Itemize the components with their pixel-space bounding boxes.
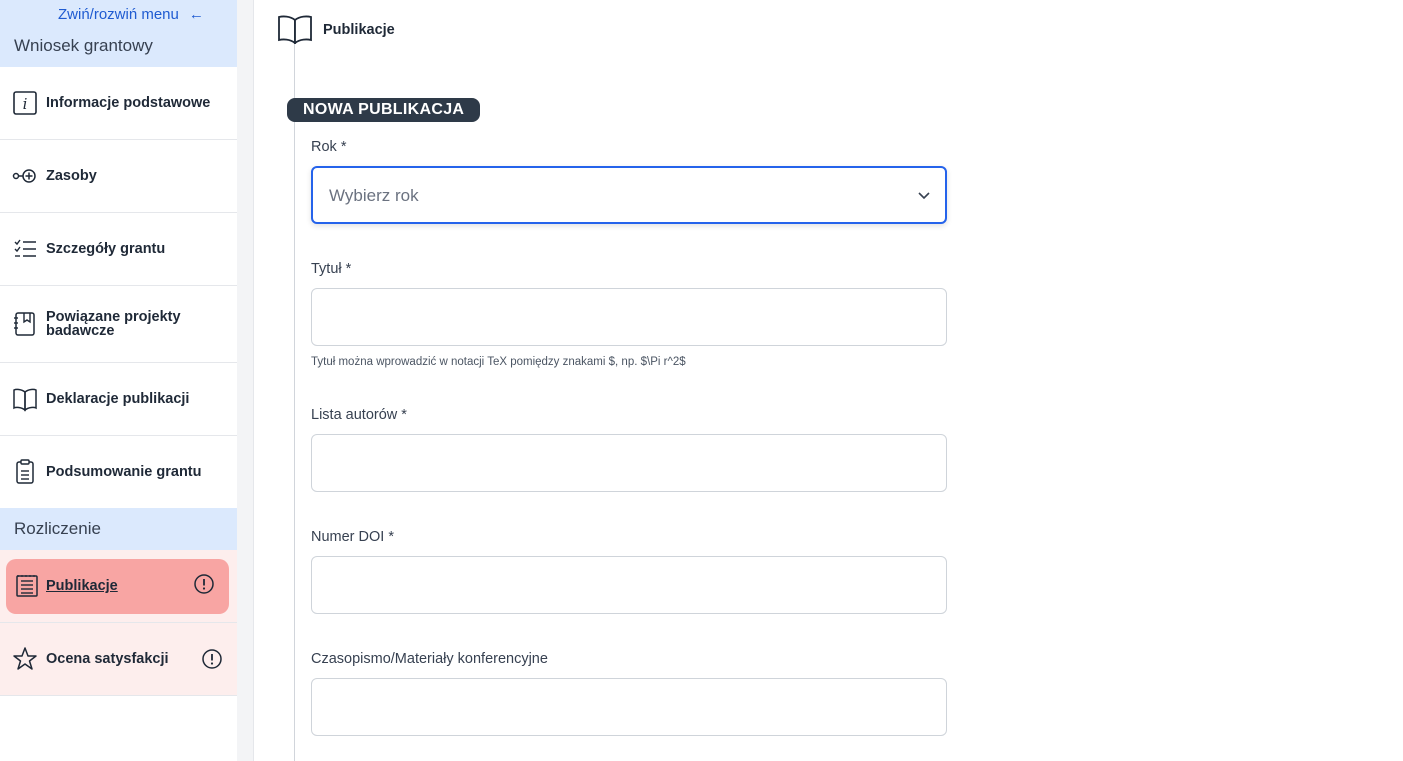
sidebar-item-label: Szczegóły grantu: [46, 241, 166, 257]
sidebar-item-label: Ocena satysfakcji: [46, 651, 169, 667]
arrow-left-icon: ←: [188, 6, 204, 23]
clipboard-icon: [12, 459, 38, 485]
page-title: Publikacje: [323, 22, 395, 38]
chevron-down-icon: [915, 186, 933, 204]
section-title-settlement: Rozliczenie: [14, 519, 101, 538]
sidebar-item-label: Zasoby: [46, 168, 97, 184]
checklist-icon: [12, 236, 38, 262]
sidebar-item-basic-info[interactable]: i Informacje podstawowe: [0, 67, 237, 140]
sidebar-item-related-projects[interactable]: Powiązane projekty badawcze: [0, 286, 237, 363]
star-icon: [12, 646, 38, 672]
sidebar-item-label: Powiązane projekty badawcze: [46, 309, 181, 339]
authors-label: Lista autorów *: [311, 407, 407, 423]
sidebar-item-label: Deklaracje publikacji: [46, 391, 190, 407]
title-label: Tytuł *: [311, 261, 352, 277]
sidebar-item-label: Informacje podstawowe: [46, 95, 211, 111]
sidebar-scrollbar[interactable]: [237, 0, 254, 761]
sidebar-item-resources[interactable]: Zasoby: [0, 140, 237, 213]
notebook-icon: [12, 311, 38, 337]
sidebar-item-label: Podsumowanie grantu: [46, 464, 202, 480]
year-label: Rok *: [311, 139, 347, 155]
doi-label: Numer DOI *: [311, 529, 394, 545]
sidebar-item-grant-details[interactable]: Szczegóły grantu: [0, 213, 237, 286]
resources-icon: [12, 163, 38, 189]
section-title-grant: Wniosek grantowy: [14, 36, 153, 55]
document-lines-icon: [14, 573, 40, 599]
journal-label: Czasopismo/Materiały konferencyjne: [311, 651, 548, 667]
sidebar-header: Zwiń/rozwiń menu ← Wniosek grantowy: [0, 0, 237, 67]
new-publication-badge: NOWA PUBLIKACJA: [287, 98, 481, 122]
sidebar-section-settlement: Rozliczenie: [0, 508, 237, 550]
sidebar: Zwiń/rozwiń menu ← Wniosek grantowy i In…: [0, 0, 238, 761]
info-icon: i: [12, 90, 38, 116]
sidebar-item-publication-declarations[interactable]: Deklaracje publikacji: [0, 363, 237, 436]
title-hint: Tytuł można wprowadzić w notacji TeX pom…: [311, 356, 686, 368]
year-select-placeholder: Wybierz rok: [329, 186, 419, 205]
journal-input[interactable]: [311, 678, 947, 736]
doi-input[interactable]: [311, 556, 947, 614]
warning-icon: [201, 648, 223, 670]
warning-icon: [193, 573, 215, 595]
book-icon: [277, 14, 313, 45]
authors-input[interactable]: [311, 434, 947, 492]
year-select[interactable]: Wybierz rok: [311, 166, 947, 224]
book-icon: [12, 386, 38, 412]
timeline-line: [294, 40, 295, 761]
svg-text:i: i: [23, 95, 28, 113]
collapse-menu-label: Zwiń/rozwiń menu: [58, 6, 179, 23]
sidebar-item-label: Publikacje: [46, 578, 118, 594]
sidebar-item-publications[interactable]: Publikacje: [6, 559, 229, 614]
sidebar-item-satisfaction[interactable]: Ocena satysfakcji: [0, 623, 237, 696]
collapse-menu-button[interactable]: Zwiń/rozwiń menu ←: [58, 6, 204, 23]
sidebar-item-grant-summary[interactable]: Podsumowanie grantu: [0, 436, 237, 509]
title-input[interactable]: [311, 288, 947, 346]
